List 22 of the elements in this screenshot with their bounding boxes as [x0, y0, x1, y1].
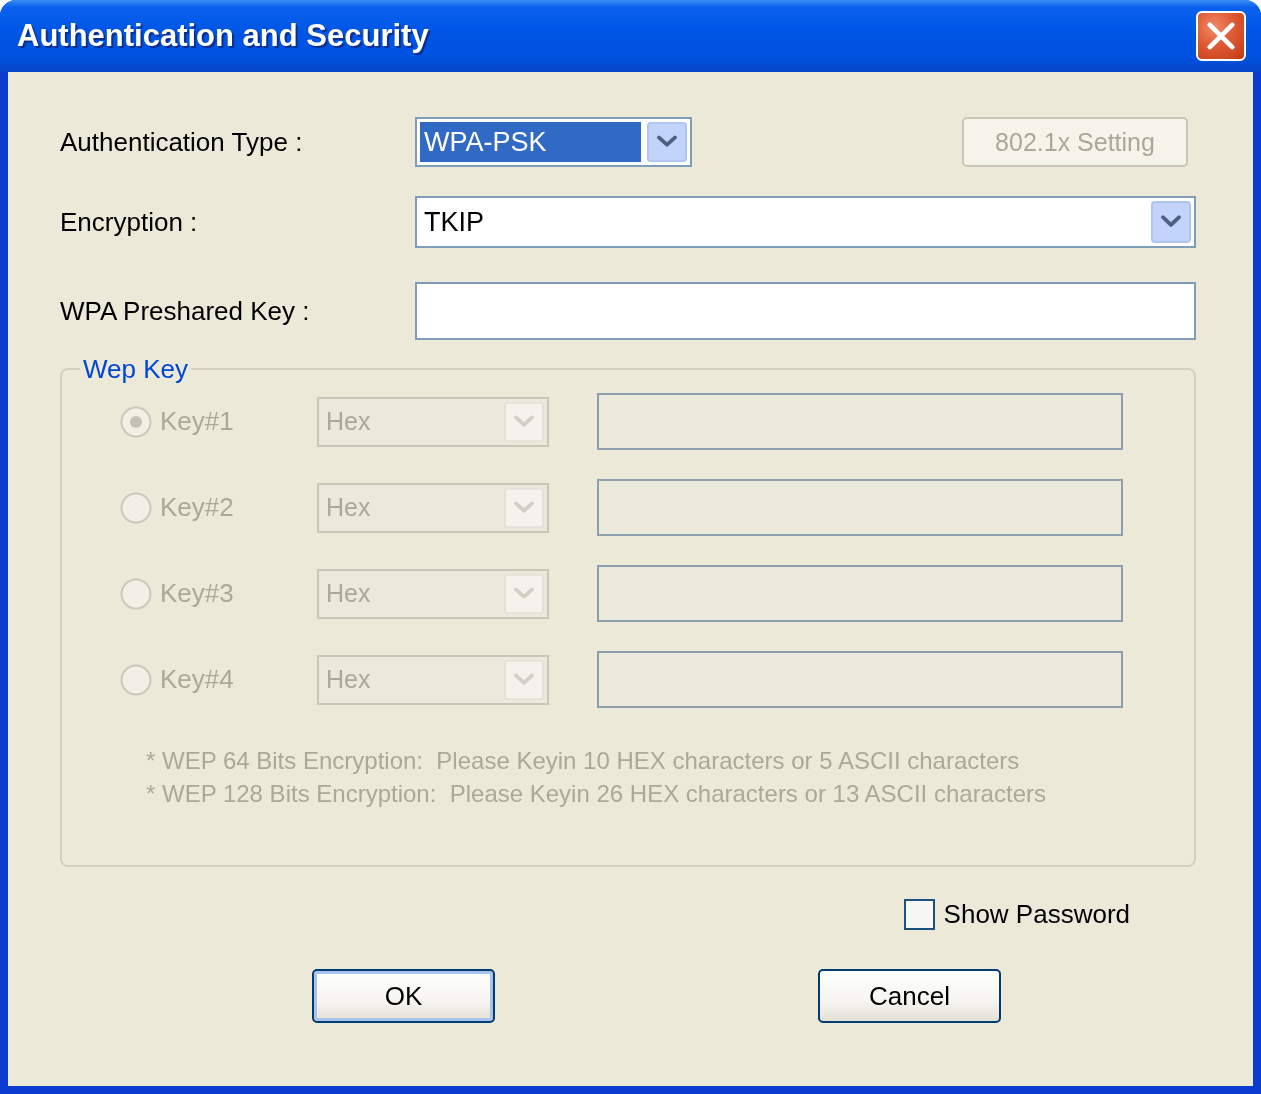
preshared-key-field[interactable] — [415, 282, 1196, 340]
window-title: Authentication and Security — [17, 18, 429, 54]
hint-text: * WEP 128 Bits Encryption: Please Keyin 26 HEX characters or 13 ASCII characters — [146, 779, 1047, 809]
chevron-down-icon[interactable] — [647, 122, 687, 162]
close-button[interactable] — [1196, 11, 1246, 61]
key-label: Key#3 — [160, 578, 235, 609]
encryption-label: Encryption : — [60, 206, 199, 238]
checkbox[interactable] — [903, 899, 935, 930]
close-icon — [1207, 22, 1235, 50]
preshared-key-label: WPA Preshared Key : — [60, 295, 311, 327]
key-label: Key#4 — [160, 664, 235, 695]
key-label: Key#2 — [160, 492, 235, 523]
chevron-down-icon[interactable] — [1151, 201, 1191, 243]
group-title: Wep Key — [82, 354, 189, 384]
cancel-button[interactable]: Cancel — [818, 969, 1001, 1023]
key-label: Key#1 — [160, 406, 235, 437]
authentication-type-dropdown[interactable]: WPA-PSK — [415, 117, 692, 167]
show-password-label: Show Password — [943, 899, 1130, 930]
hint-text: * WEP 64 Bits Encryption: Please Keyin 10 HEX characters or 5 ASCII characters — [146, 746, 1021, 776]
ok-button[interactable]: OK — [312, 969, 495, 1023]
authentication-type-label: Authentication Type : — [60, 126, 304, 158]
encryption-dropdown[interactable]: TKIP — [415, 196, 1196, 248]
